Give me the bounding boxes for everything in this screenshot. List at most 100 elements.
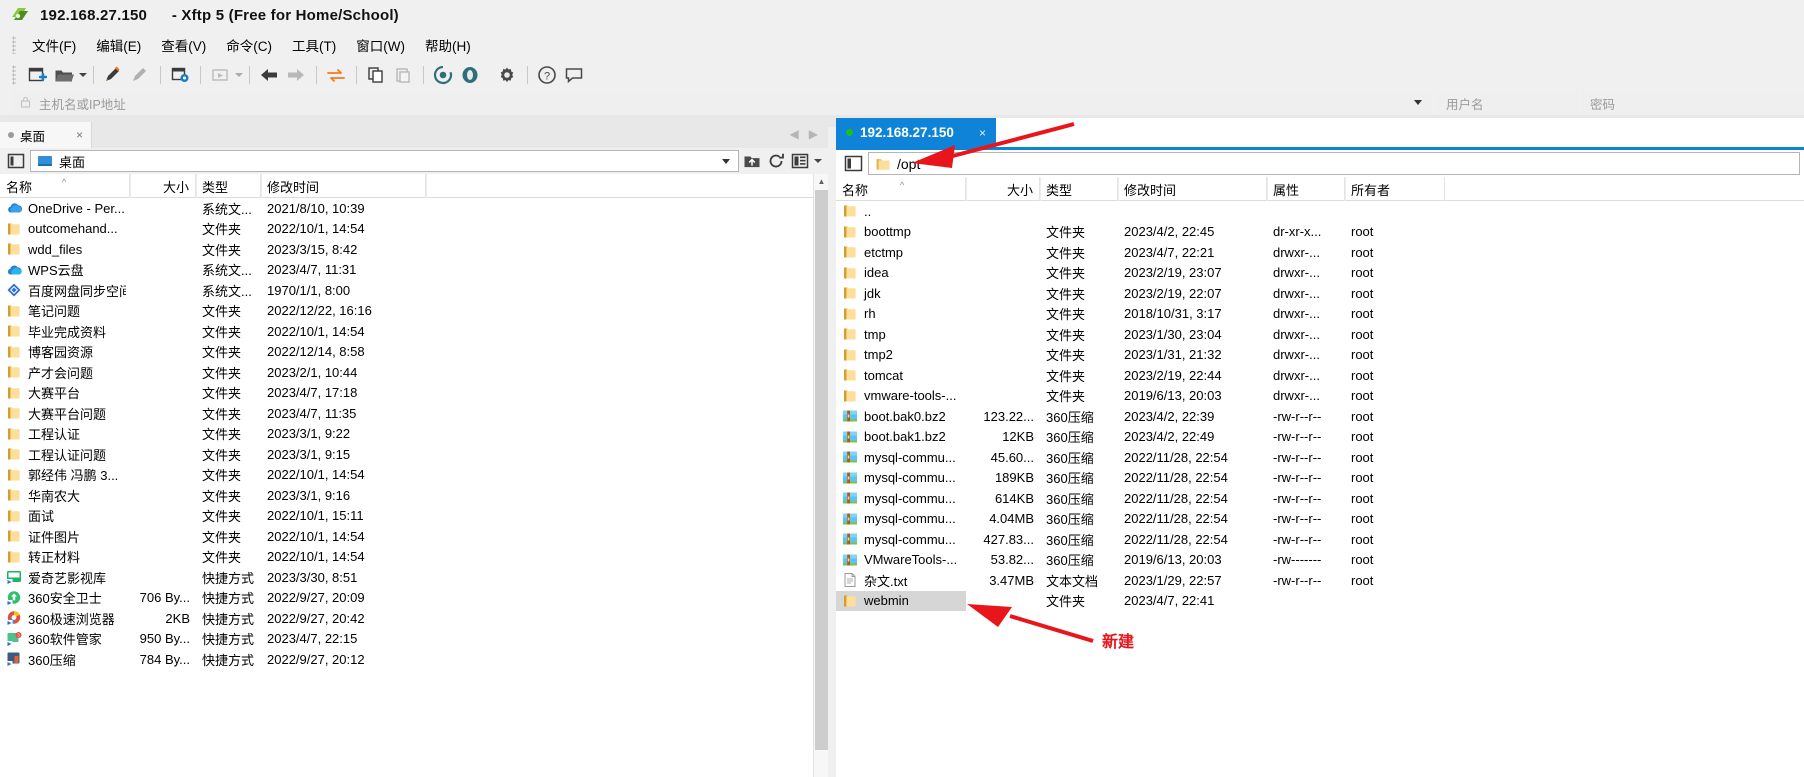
forward-icon[interactable] bbox=[283, 62, 309, 88]
help-icon[interactable]: ? bbox=[534, 62, 560, 88]
table-row[interactable]: 郭经伟 冯鹏 3... 文件夹 2022/10/1, 14:54 bbox=[0, 465, 813, 486]
remote-col-owner[interactable]: 所有者 bbox=[1345, 177, 1445, 201]
remote-col-blank[interactable] bbox=[1445, 177, 1804, 201]
local-scrollbar[interactable]: ▲ bbox=[813, 174, 828, 777]
table-row[interactable]: rh 文件夹 2018/10/31, 3:17 drwxr-... root bbox=[836, 304, 1804, 325]
remote-col-type[interactable]: 类型 bbox=[1040, 177, 1118, 201]
remote-path-input[interactable]: /opt bbox=[868, 152, 1800, 175]
local-path-input[interactable]: 桌面 bbox=[30, 150, 739, 172]
host-input[interactable]: 主机名或IP地址 bbox=[12, 91, 1432, 115]
table-row[interactable]: 工程认证问题 文件夹 2023/3/1, 9:15 bbox=[0, 444, 813, 465]
table-row[interactable]: mysql-commu... 45.60... 360压缩 2022/11/28, 2… bbox=[836, 447, 1804, 468]
table-row[interactable]: mysql-commu... 4.04MB 360压缩 2022/11/28, 22:… bbox=[836, 509, 1804, 530]
settings-gear-icon[interactable] bbox=[494, 62, 520, 88]
table-row[interactable]: tomcat 文件夹 2023/2/19, 22:44 drwxr-... root bbox=[836, 365, 1804, 386]
table-row[interactable]: 华南农大 文件夹 2023/3/1, 9:16 bbox=[0, 485, 813, 506]
table-row[interactable]: 百度网盘同步空间 系统文... 1970/1/1, 8:00 bbox=[0, 280, 813, 301]
chevron-left-icon[interactable]: ◀ bbox=[790, 127, 799, 141]
local-tab-desktop[interactable]: 桌面 × bbox=[0, 122, 92, 148]
transfer-queue-icon[interactable] bbox=[457, 62, 483, 88]
edit-session-icon[interactable] bbox=[100, 62, 126, 88]
table-row[interactable]: 大赛平台问题 文件夹 2023/4/7, 11:35 bbox=[0, 403, 813, 424]
local-col-type[interactable]: 类型 bbox=[196, 174, 261, 198]
table-row[interactable]: jdk 文件夹 2023/2/19, 22:07 drwxr-... root bbox=[836, 283, 1804, 304]
transfer-icon[interactable] bbox=[323, 62, 349, 88]
remote-col-size[interactable]: 大小 bbox=[966, 177, 1040, 201]
close-icon[interactable]: × bbox=[76, 128, 83, 142]
refresh-icon[interactable] bbox=[765, 150, 787, 172]
table-row[interactable]: WPS云盘 系统文... 2023/4/7, 11:31 bbox=[0, 260, 813, 281]
scroll-up-icon[interactable]: ▲ bbox=[814, 174, 829, 189]
toolbar-grip[interactable] bbox=[12, 65, 16, 85]
table-row[interactable]: 大赛平台 文件夹 2023/4/7, 17:18 bbox=[0, 383, 813, 404]
table-row[interactable]: mysql-commu... 614KB 360压缩 2022/11/28, 22:5… bbox=[836, 488, 1804, 509]
split-panel-icon[interactable] bbox=[840, 152, 866, 176]
username-input[interactable]: 用户名 bbox=[1438, 91, 1578, 115]
back-icon[interactable] bbox=[256, 62, 282, 88]
copy-icon[interactable] bbox=[363, 62, 389, 88]
remote-col-date[interactable]: 修改时间 bbox=[1118, 177, 1267, 201]
menu-edit[interactable]: 编辑(E) bbox=[86, 32, 151, 58]
table-row[interactable]: tmp2 文件夹 2023/1/31, 21:32 drwxr-... root bbox=[836, 345, 1804, 366]
table-row[interactable]: tmp 文件夹 2023/1/30, 23:04 drwxr-... root bbox=[836, 324, 1804, 345]
sync-browse-icon[interactable] bbox=[430, 62, 456, 88]
run-caret-icon[interactable] bbox=[234, 63, 243, 87]
paste-icon[interactable] bbox=[390, 62, 416, 88]
run-icon[interactable] bbox=[207, 62, 233, 88]
local-col-size[interactable]: 大小 bbox=[130, 174, 196, 198]
menu-view[interactable]: 查看(V) bbox=[151, 32, 216, 58]
table-row[interactable]: 面试 文件夹 2022/10/1, 15:11 bbox=[0, 506, 813, 527]
local-col-date[interactable]: 修改时间 bbox=[261, 174, 426, 198]
table-row[interactable]: outcomehand... 文件夹 2022/10/1, 14:54 bbox=[0, 219, 813, 240]
table-row[interactable]: 产才会问题 文件夹 2023/2/1, 10:44 bbox=[0, 362, 813, 383]
table-row[interactable]: 博客园资源 文件夹 2022/12/14, 8:58 bbox=[0, 342, 813, 363]
chevron-down-icon[interactable] bbox=[1414, 100, 1422, 105]
menu-tools[interactable]: 工具(T) bbox=[282, 32, 346, 58]
table-row[interactable]: 毕业完成资料 文件夹 2022/10/1, 14:54 bbox=[0, 321, 813, 342]
local-col-blank[interactable] bbox=[426, 174, 813, 198]
close-icon[interactable]: × bbox=[979, 126, 986, 140]
table-row[interactable]: boot.bak0.bz2 123.22... 360压缩 2023/4/2, 22:… bbox=[836, 406, 1804, 427]
local-col-name[interactable]: 名称 ^ bbox=[0, 174, 130, 198]
session-properties-icon[interactable] bbox=[167, 62, 193, 88]
table-row[interactable]: 证件图片 文件夹 2022/10/1, 14:54 bbox=[0, 526, 813, 547]
table-row[interactable]: VMwareTools-... 53.82... 360压缩 2019/6/13, 2… bbox=[836, 550, 1804, 571]
split-panel-icon[interactable] bbox=[4, 150, 28, 172]
local-file-list[interactable]: OneDrive - Per... 系统文... 2021/8/10, 10:39 o… bbox=[0, 198, 813, 777]
menu-window[interactable]: 窗口(W) bbox=[346, 32, 415, 58]
table-row[interactable]: wdd_files 文件夹 2023/3/15, 8:42 bbox=[0, 239, 813, 260]
menu-help[interactable]: 帮助(H) bbox=[415, 32, 481, 58]
view-mode-caret-icon[interactable] bbox=[813, 152, 822, 170]
new-session-icon[interactable] bbox=[24, 62, 50, 88]
table-row[interactable]: etctmp 文件夹 2023/4/7, 22:21 drwxr-... root bbox=[836, 242, 1804, 263]
table-row[interactable]: .. bbox=[836, 201, 1804, 222]
remote-file-list[interactable]: .. boottmp 文件夹 2023/4/2, 22:45 dr-xr-x... roo… bbox=[836, 201, 1804, 777]
table-row[interactable]: 360压缩 784 By... 快捷方式 2022/9/27, 20:12 bbox=[0, 649, 813, 670]
table-row[interactable]: 3 360软件管家 950 By... 快捷方式 2023/4/7, 22:15 bbox=[0, 629, 813, 650]
table-row[interactable]: boot.bak1.bz2 12KB 360压缩 2023/4/2, 22:49 -rw… bbox=[836, 427, 1804, 448]
table-row[interactable]: idea 文件夹 2023/2/19, 23:07 drwxr-... root bbox=[836, 263, 1804, 284]
up-folder-icon[interactable] bbox=[741, 150, 763, 172]
menu-command[interactable]: 命令(C) bbox=[216, 32, 282, 58]
remote-tab-session[interactable]: 192.168.27.150 × bbox=[836, 118, 996, 147]
table-row[interactable]: webmin 文件夹 2023/4/7, 22:41 bbox=[836, 590, 1214, 611]
table-row[interactable]: mysql-commu... 189KB 360压缩 2022/11/28, 22:5… bbox=[836, 468, 1804, 489]
table-row[interactable]: 360安全卫士 706 By... 快捷方式 2022/9/27, 20:09 bbox=[0, 588, 813, 609]
table-row[interactable]: 爱奇艺影视库 快捷方式 2023/3/30, 8:51 bbox=[0, 567, 813, 588]
chevron-down-icon[interactable] bbox=[722, 158, 730, 164]
table-row[interactable]: vmware-tools-... 文件夹 2019/6/13, 20:03 drwxr… bbox=[836, 386, 1804, 407]
disconnect-icon[interactable] bbox=[127, 62, 153, 88]
table-row[interactable]: 杂文.txt 3.47MB 文本文档 2023/1/29, 22:57 -rw-r--r… bbox=[836, 570, 1804, 591]
remote-col-name[interactable]: 名称 ^ bbox=[836, 177, 966, 201]
table-row[interactable]: boottmp 文件夹 2023/4/2, 22:45 dr-xr-x... root bbox=[836, 222, 1804, 243]
menu-file[interactable]: 文件(F) bbox=[22, 32, 86, 58]
table-row[interactable]: 工程认证 文件夹 2023/3/1, 9:22 bbox=[0, 424, 813, 445]
remote-col-attr[interactable]: 属性 bbox=[1267, 177, 1345, 201]
table-row[interactable]: OneDrive - Per... 系统文... 2021/8/10, 10:39 bbox=[0, 198, 813, 219]
open-folder-caret-icon[interactable] bbox=[78, 63, 87, 87]
password-input[interactable]: 密码 bbox=[1582, 91, 1804, 115]
view-mode-icon[interactable] bbox=[789, 150, 811, 172]
table-row[interactable]: 360极速浏览器 2KB 快捷方式 2022/9/27, 20:42 bbox=[0, 608, 813, 629]
open-folder-icon[interactable] bbox=[51, 62, 77, 88]
table-row[interactable]: 笔记问题 文件夹 2022/12/22, 16:16 bbox=[0, 301, 813, 322]
